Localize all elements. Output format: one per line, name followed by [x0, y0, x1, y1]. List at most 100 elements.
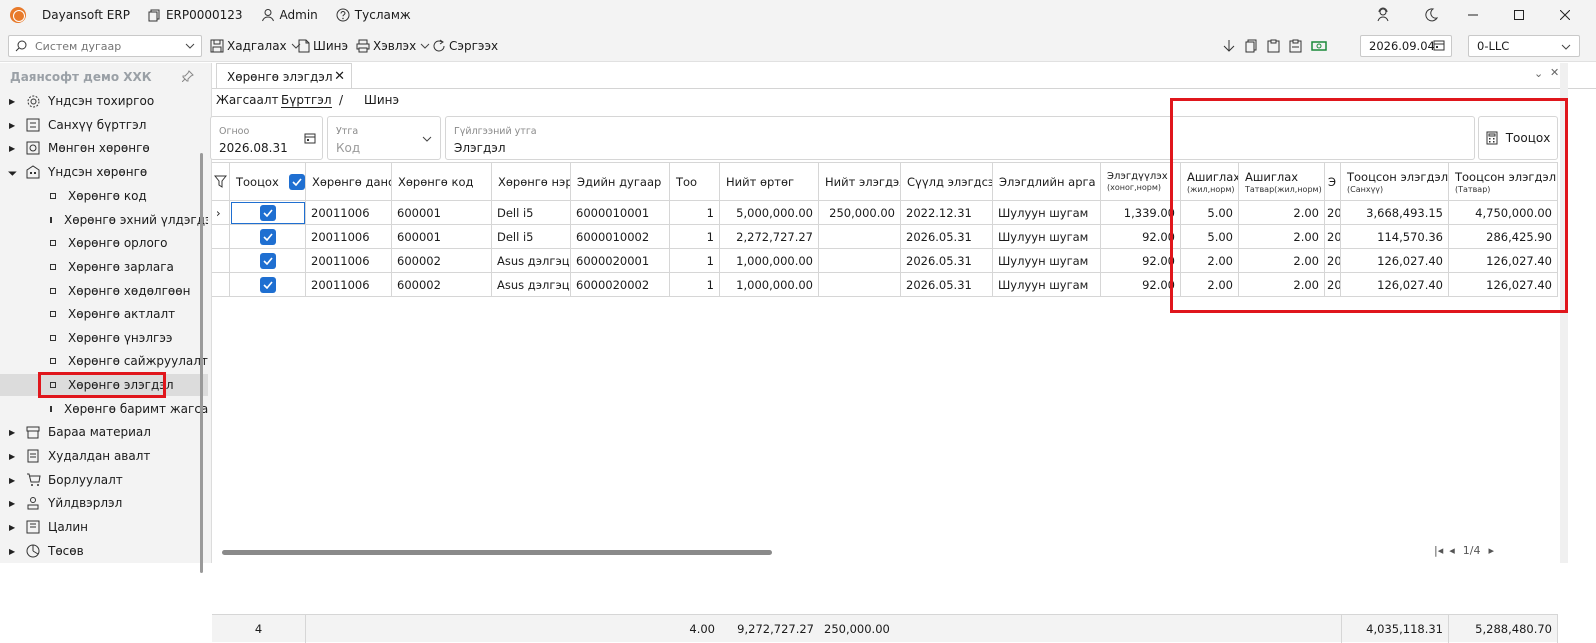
column-header-calc-tax[interactable]: Тооцсон элэгдэл (Татвар)	[1449, 163, 1558, 201]
cell-depreciate-days[interactable]: 92.00	[1101, 249, 1181, 273]
cell-useful-life-tax[interactable]: 2.00	[1239, 225, 1325, 249]
row-indicator[interactable]	[212, 225, 230, 249]
cell-useful-life[interactable]: 5.00	[1181, 225, 1239, 249]
refresh-button[interactable]: Сэргээх	[432, 37, 498, 55]
cell-asset-code[interactable]: 600002	[392, 249, 492, 273]
filter-icon[interactable]	[212, 163, 230, 201]
cell-calc-tax[interactable]: 126,027.40	[1449, 249, 1558, 273]
help-button[interactable]: Тусламж	[336, 8, 411, 22]
cell-useful-life[interactable]: 5.00	[1181, 201, 1239, 225]
calendar-icon[interactable]	[304, 132, 316, 147]
column-header-calc[interactable]: Тооцох	[230, 163, 306, 201]
calc-checkbox[interactable]	[259, 276, 276, 293]
new-button[interactable]: Шинэ	[298, 37, 348, 55]
column-header-qty[interactable]: Тоо	[670, 163, 720, 201]
cell-total-cost[interactable]: 5,000,000.00	[720, 201, 819, 225]
cell-qty[interactable]: 1	[670, 201, 720, 225]
sidebar-item-cash[interactable]: ▶ Мөнгөн хөрөнгө	[0, 137, 208, 159]
calendar-icon[interactable]	[1433, 39, 1445, 54]
copy-icon[interactable]	[1242, 37, 1260, 55]
work-date-field[interactable]: 2026.09.04	[1360, 35, 1452, 57]
sidebar-item-asset-valuation[interactable]: Хөрөнгө үнэлгээ	[0, 327, 208, 349]
cell-calc-tax[interactable]: 126,027.40	[1449, 273, 1558, 297]
cell-useful-life[interactable]: 2.00	[1181, 273, 1239, 297]
sidebar-item-asset-expense[interactable]: Хөрөнгө зарлага	[0, 256, 208, 278]
sidebar-item-asset-opening[interactable]: Хөрөнгө эхний үлдэгдэл	[0, 209, 208, 231]
cell-qty[interactable]: 1	[670, 249, 720, 273]
next-page-icon[interactable]: ▸	[1488, 544, 1494, 557]
cell-asset-name[interactable]: Dell i5	[492, 201, 571, 225]
cell-truncated[interactable]: 20	[1325, 249, 1341, 273]
cell-qty[interactable]: 1	[670, 273, 720, 297]
cell-method[interactable]: Шулуун шугам	[993, 273, 1101, 297]
cell-total-cost[interactable]: 1,000,000.00	[720, 273, 819, 297]
column-header-calc-fin[interactable]: Тооцсон элэгдэл (Санхүү)	[1341, 163, 1449, 201]
sidebar-item-asset-income[interactable]: Хөрөнгө орлого	[0, 232, 208, 254]
column-header-depreciate-days[interactable]: Элэгдүүлэх (хоног,норм)	[1101, 163, 1181, 201]
cell-asset-name[interactable]: Asus дэлгэц	[492, 249, 571, 273]
breadcrumb-list[interactable]: Жагсаалт	[216, 93, 279, 107]
cell-account[interactable]: 20011006	[306, 225, 392, 249]
column-header-useful-life[interactable]: Ашиглах (жил,норм)	[1181, 163, 1239, 201]
sidebar-item-asset-depreciation[interactable]: Хөрөнгө элэгдэл	[0, 374, 208, 396]
date-field[interactable]: Огноо 2026.08.31	[210, 116, 323, 160]
cell-calc-tax[interactable]: 286,425.90	[1449, 225, 1558, 249]
cell-account[interactable]: 20011006	[306, 273, 392, 297]
column-header-total-depreciation[interactable]: Нийт элэгдэл	[819, 163, 901, 201]
vertical-scrollbar-track[interactable]	[1560, 63, 1568, 563]
sidebar-item-fixed-assets[interactable]: ◢ Үндсэн хөрөнгө	[0, 161, 208, 183]
cell-total-depreciation[interactable]: 250,000.00	[819, 201, 901, 225]
cell-calc-fin[interactable]: 126,027.40	[1341, 273, 1449, 297]
calc-checkbox-cell[interactable]	[230, 273, 306, 297]
breadcrumb-register[interactable]: Бүртгэл	[281, 93, 332, 108]
calc-checkbox[interactable]	[259, 204, 276, 221]
calc-checkbox[interactable]	[259, 252, 276, 269]
cell-asset-code[interactable]: 600001	[392, 225, 492, 249]
cell-useful-life[interactable]: 2.00	[1181, 249, 1239, 273]
cell-account[interactable]: 20011006	[306, 201, 392, 225]
cell-last-depreciated[interactable]: 2022.12.31	[901, 201, 993, 225]
pin-icon[interactable]	[181, 70, 194, 85]
sidebar-item-payroll[interactable]: ▶ Цалин	[0, 516, 208, 538]
column-header-item-number[interactable]: Эдийн дугаар	[571, 163, 670, 201]
sidebar-item-sales[interactable]: ▶ Борлуулалт	[0, 469, 208, 491]
calculate-button[interactable]: Тооцох	[1478, 116, 1558, 160]
column-header-account[interactable]: Хөрөнгө данс	[306, 163, 392, 201]
organization-select[interactable]: 0-LLC	[1468, 35, 1580, 57]
sidebar-item-general-settings[interactable]: ▶ Үндсэн тохиргоо	[0, 90, 208, 112]
sidebar-item-asset-code[interactable]: Хөрөнгө код	[0, 185, 208, 207]
cell-total-depreciation[interactable]	[819, 249, 901, 273]
money-icon[interactable]	[1310, 37, 1328, 55]
chevron-down-icon[interactable]	[420, 42, 430, 50]
prev-page-icon[interactable]: ◂	[1449, 544, 1455, 557]
save-button[interactable]: Хадгалах	[210, 37, 304, 55]
cell-calc-tax[interactable]: 4,750,000.00	[1449, 201, 1558, 225]
description-field[interactable]: Гүйлгээний утга Элэгдэл	[445, 116, 1475, 160]
calc-checkbox[interactable]	[259, 228, 276, 245]
support-agent-icon[interactable]	[1360, 0, 1406, 30]
search-input[interactable]	[35, 39, 175, 53]
chevron-down-icon[interactable]: ⌄	[1534, 67, 1543, 80]
print-button[interactable]: Хэвлэх	[356, 37, 433, 55]
calc-checkbox-cell[interactable]	[230, 225, 306, 249]
sidebar-item-asset-doc-list[interactable]: Хөрөнгө баримт жагсаалт	[0, 398, 208, 420]
sidebar-item-purchase[interactable]: ▶ Худалдан авалт	[0, 445, 208, 467]
sidebar-item-inventory[interactable]: ▶ Бараа материал	[0, 421, 208, 443]
cell-item-number[interactable]: 6000010002	[571, 225, 670, 249]
download-icon[interactable]	[1220, 37, 1238, 55]
cell-useful-life-tax[interactable]: 2.00	[1239, 273, 1325, 297]
cell-item-number[interactable]: 6000020001	[571, 249, 670, 273]
cell-asset-code[interactable]: 600002	[392, 273, 492, 297]
cell-calc-fin[interactable]: 126,027.40	[1341, 249, 1449, 273]
cell-depreciate-days[interactable]: 92.00	[1101, 225, 1181, 249]
column-header-asset-name[interactable]: Хөрөнгө нэр	[492, 163, 571, 201]
sidebar-item-production[interactable]: ▶ Үйлдвэрлэл	[0, 492, 208, 514]
app-code[interactable]: ERP0000123	[148, 8, 243, 22]
sidebar-item-budget[interactable]: ▶ Төсөв	[0, 540, 208, 562]
cell-total-cost[interactable]: 2,272,727.27	[720, 225, 819, 249]
cell-asset-code[interactable]: 600001	[392, 201, 492, 225]
sidebar-item-asset-movement[interactable]: Хөрөнгө хөдөлгөөн	[0, 280, 208, 302]
column-header-total-cost[interactable]: Нийт өртөг	[720, 163, 819, 201]
close-all-tabs-icon[interactable]: ✕	[1550, 66, 1559, 79]
calc-checkbox-cell[interactable]	[230, 249, 306, 273]
